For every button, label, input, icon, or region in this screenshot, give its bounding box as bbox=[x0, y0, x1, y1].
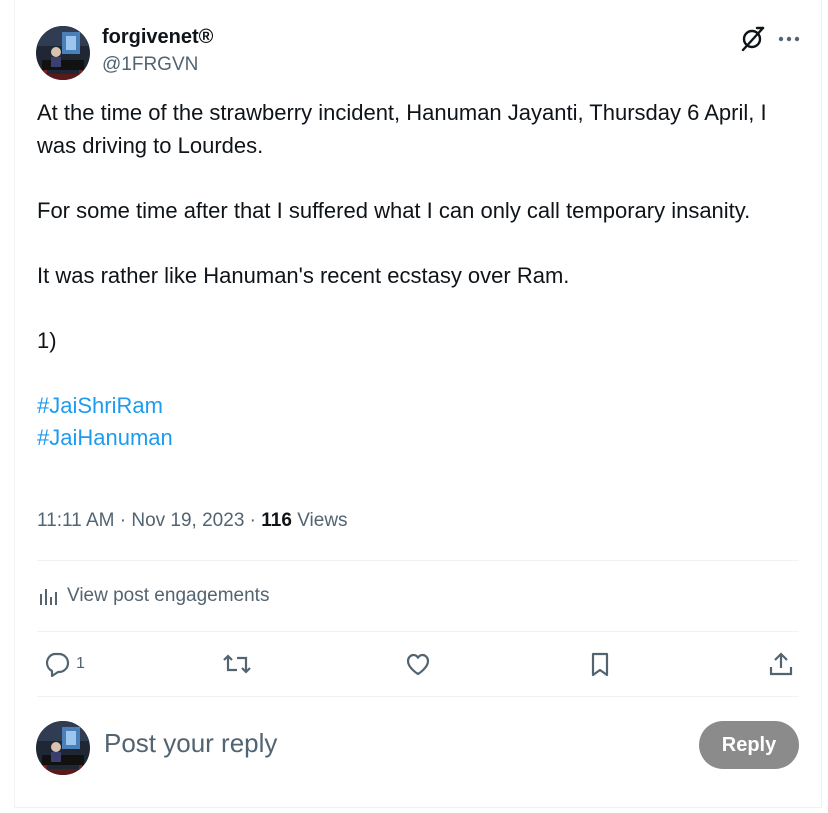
post-line: It was rather like Hanuman's recent ecst… bbox=[37, 262, 570, 288]
like-action[interactable] bbox=[404, 646, 432, 682]
hashtag-link[interactable]: #JaiHanuman bbox=[37, 422, 173, 455]
hashtag-link[interactable]: #JaiShriRam bbox=[37, 390, 163, 423]
reply-button[interactable]: Reply bbox=[699, 721, 799, 769]
bookmark-action[interactable] bbox=[586, 646, 614, 682]
post-time[interactable]: 11:11 AM bbox=[37, 510, 114, 531]
post-line: At the time of the strawberry incident, … bbox=[37, 100, 767, 158]
more-dots-icon[interactable] bbox=[776, 26, 802, 52]
engagements-label: View post engagements bbox=[67, 585, 270, 606]
analytics-icon bbox=[40, 589, 57, 605]
post-line: 1) bbox=[37, 327, 57, 353]
like-icon bbox=[406, 653, 430, 676]
divider bbox=[37, 560, 799, 561]
repost-icon bbox=[223, 654, 251, 674]
views-label: Views bbox=[297, 510, 348, 531]
grok-slash-icon[interactable] bbox=[739, 26, 767, 52]
share-icon bbox=[769, 652, 793, 676]
user-avatar[interactable] bbox=[36, 721, 90, 775]
bookmark-icon bbox=[591, 652, 609, 677]
divider bbox=[37, 696, 799, 697]
share-action[interactable] bbox=[767, 646, 795, 682]
reply-count: 1 bbox=[76, 655, 85, 672]
reply-action[interactable]: 1 bbox=[43, 646, 85, 682]
meta-separator: · bbox=[249, 510, 256, 531]
view-engagements-link[interactable]: View post engagements bbox=[37, 580, 269, 612]
post-date[interactable]: Nov 19, 2023 bbox=[131, 510, 244, 531]
author-name[interactable]: forgivenet® bbox=[102, 26, 213, 49]
post-line: For some time after that I suffered what… bbox=[37, 197, 751, 223]
action-bar: 1 bbox=[37, 646, 799, 682]
author-avatar[interactable] bbox=[36, 26, 90, 80]
repost-action[interactable] bbox=[222, 646, 252, 682]
post-meta: 11:11 AM · Nov 19, 2023 · 116 Views bbox=[37, 510, 348, 532]
reply-icon bbox=[45, 652, 70, 678]
post-text: At the time of the strawberry incident, … bbox=[37, 97, 797, 455]
views-count: 116 bbox=[261, 510, 292, 531]
meta-separator: · bbox=[119, 510, 127, 531]
reply-input[interactable]: Post your reply bbox=[104, 728, 277, 759]
author-handle[interactable]: @1FRGVN bbox=[102, 54, 198, 76]
divider bbox=[37, 631, 799, 632]
